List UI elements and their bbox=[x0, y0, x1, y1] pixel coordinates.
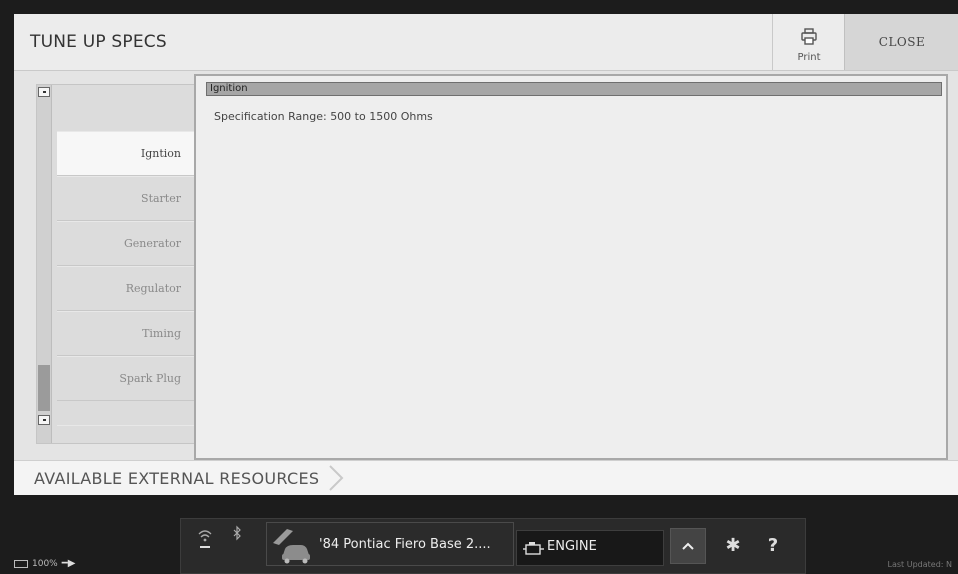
chevron-up-icon bbox=[682, 542, 694, 550]
print-button[interactable]: Print bbox=[772, 14, 845, 70]
close-button[interactable]: CLOSE bbox=[844, 14, 958, 70]
section-title: Ignition bbox=[210, 83, 248, 94]
print-label: Print bbox=[797, 52, 821, 63]
system-label: ENGINE bbox=[547, 539, 597, 554]
sidebar-item-regulator[interactable]: Regulator bbox=[57, 266, 197, 311]
car-icon bbox=[273, 529, 310, 564]
engine-icon bbox=[523, 542, 544, 555]
sidebar-item-starter[interactable]: Starter bbox=[57, 176, 197, 221]
spec-sidebar: Igntion Starter Generator Regulator Timi… bbox=[36, 84, 198, 444]
sidebar-list: Igntion Starter Generator Regulator Timi… bbox=[57, 131, 197, 401]
sidebar-item-spark-plug[interactable]: Spark Plug bbox=[57, 356, 197, 401]
spec-range-text: Specification Range: 500 to 1500 Ohms bbox=[214, 110, 433, 123]
sidebar-item-generator[interactable]: Generator bbox=[57, 221, 197, 266]
scroll-down-button[interactable] bbox=[38, 415, 50, 425]
last-updated: Last Updated: N bbox=[887, 560, 952, 569]
system-selector[interactable]: ENGINE bbox=[516, 530, 664, 566]
close-label: CLOSE bbox=[878, 35, 926, 49]
vehicle-label: '84 Pontiac Fiero Base 2.... bbox=[319, 537, 491, 552]
sidebar-item-partial[interactable] bbox=[57, 425, 197, 444]
page-title: TUNE UP SPECS bbox=[30, 32, 167, 52]
header-bar: TUNE UP SPECS Print CLOSE bbox=[14, 14, 958, 71]
battery-level: 100% bbox=[32, 559, 58, 569]
spec-panel: Ignition Specification Range: 500 to 150… bbox=[194, 74, 948, 460]
sidebar-scrollbar[interactable] bbox=[37, 85, 52, 443]
tune-up-specs-window: TUNE UP SPECS Print CLOSE Igntion Starte… bbox=[14, 14, 958, 495]
bluetooth-icon[interactable] bbox=[232, 524, 242, 548]
expand-button[interactable] bbox=[670, 528, 706, 564]
external-resources-bar[interactable]: AVAILABLE EXTERNAL RESOURCES bbox=[14, 460, 958, 495]
plug-icon: ━▶ bbox=[61, 558, 76, 569]
vehicle-selector[interactable]: '84 Pontiac Fiero Base 2.... bbox=[266, 522, 514, 566]
settings-button[interactable]: ✱ bbox=[720, 528, 746, 564]
gear-icon: ✱ bbox=[725, 535, 741, 556]
battery-icon bbox=[14, 559, 28, 568]
help-button[interactable]: ? bbox=[760, 528, 786, 564]
section-header: Ignition bbox=[206, 82, 942, 96]
battery-status: 100% ━▶ bbox=[14, 558, 75, 569]
external-resources-label: AVAILABLE EXTERNAL RESOURCES bbox=[34, 469, 320, 488]
help-icon: ? bbox=[767, 535, 779, 556]
wifi-icon[interactable] bbox=[198, 528, 212, 550]
sidebar-item-ignition[interactable]: Igntion bbox=[57, 131, 197, 176]
scroll-up-button[interactable] bbox=[38, 87, 50, 97]
chevron-right-icon bbox=[329, 465, 344, 491]
sidebar-item-timing[interactable]: Timing bbox=[57, 311, 197, 356]
scroll-thumb[interactable] bbox=[38, 365, 50, 411]
print-icon bbox=[801, 28, 817, 45]
